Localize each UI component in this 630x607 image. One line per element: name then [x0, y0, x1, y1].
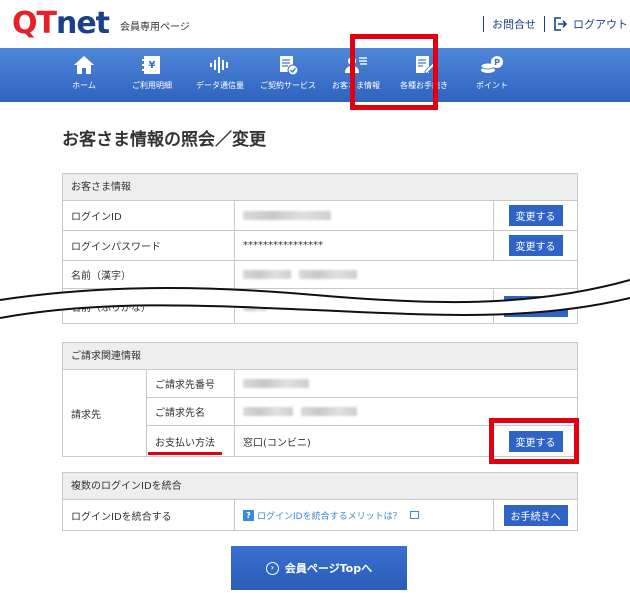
billing-number-value — [235, 370, 493, 397]
row-label: ご請求先名 — [147, 398, 235, 425]
name-furigana-value — [235, 289, 493, 323]
row-label: お支払い方法 — [147, 426, 235, 456]
main-nav: ホーム ¥ ご利用明細 データ通信量 ご契約サービス お客さま情報 各種お手続き… — [0, 48, 630, 102]
contract-icon — [276, 54, 300, 76]
table-row: 名前（漢字） — [63, 261, 577, 289]
masked-value — [243, 270, 291, 279]
merge-benefit-text: ログインIDを統合するメリットは？ — [257, 511, 402, 522]
nav-item-data-usage[interactable]: データ通信量 — [186, 48, 254, 102]
home-icon — [72, 54, 96, 76]
nav-label: お客さま情報 — [332, 81, 380, 90]
nav-label: ご契約サービス — [260, 81, 316, 90]
procedure-icon — [412, 54, 436, 76]
statement-icon: ¥ — [140, 54, 164, 76]
nav-item-customer-info[interactable]: お客さま情報 — [322, 48, 390, 102]
row-label: ご請求先番号 — [147, 370, 235, 397]
site-header: QT net 会員専用ページ お問合せ ログアウト — [0, 0, 630, 48]
button-cell: 履歴を見る — [493, 289, 577, 323]
masked-value — [299, 270, 357, 279]
qtnet-logo[interactable]: QT net — [12, 6, 110, 41]
billing-rows: ご請求先番号 ご請求先名 お支払い方法 窓口(コンビニ) 変更する — [147, 370, 577, 456]
logo-net: net — [55, 6, 110, 41]
nav-label: ホーム — [72, 81, 96, 90]
table-row: ご請求先名 — [147, 398, 577, 426]
table-row: ログインパスワード **************** 変更する — [63, 231, 577, 261]
button-cell — [493, 370, 577, 397]
billing-name-value — [235, 398, 493, 425]
merge-procedure-button[interactable]: お手続きへ — [503, 504, 568, 526]
point-icon: P — [480, 54, 504, 76]
logout-link[interactable]: ログアウト — [553, 16, 628, 32]
table-row: お支払い方法 窓口(コンビニ) 変更する — [147, 426, 577, 456]
header-links: お問合せ ログアウト — [475, 16, 628, 32]
name-kanji-value — [235, 261, 493, 288]
button-cell: 変更する — [493, 201, 577, 230]
table-row: ご請求先番号 — [147, 370, 577, 398]
nav-item-home[interactable]: ホーム — [50, 48, 118, 102]
nav-item-contract[interactable]: ご契約サービス — [254, 48, 322, 102]
svg-text:P: P — [494, 58, 500, 67]
row-label: 名前（ふりがな） — [63, 289, 235, 323]
nav-label: ポイント — [476, 81, 508, 90]
section-heading: ご請求関連情報 — [63, 343, 577, 370]
row-label: ログインIDを統合する — [63, 500, 235, 530]
nav-label: ご利用明細 — [132, 81, 172, 90]
row-label: 名前（漢字） — [63, 261, 235, 288]
billing-section: ご請求関連情報 請求先 ご請求先番号 ご請求先名 お支払い方法 窓口(コンビニ)… — [62, 342, 578, 457]
payment-method-value: 窓口(コンビニ) — [243, 437, 311, 449]
login-id-value — [235, 201, 493, 230]
member-top-label: 会員ページTopへ — [284, 562, 373, 575]
customer-info-icon — [344, 54, 368, 76]
section-heading: 複数のログインIDを統合 — [63, 473, 577, 500]
row-label: ログインパスワード — [63, 231, 235, 260]
nav-item-statement[interactable]: ¥ ご利用明細 — [118, 48, 186, 102]
button-cell: 変更する — [493, 426, 577, 456]
nav-label: 各種お手続き — [400, 81, 448, 90]
logout-label: ログアウト — [573, 18, 628, 31]
header-divider — [544, 16, 545, 32]
merge-benefit-link[interactable]: ? ログインIDを統合するメリットは？ — [243, 509, 419, 522]
nav-item-point[interactable]: P ポイント — [458, 48, 526, 102]
billing-group-label: 請求先 — [63, 370, 147, 456]
merge-help-cell: ? ログインIDを統合するメリットは？ — [235, 500, 493, 530]
button-cell: 変更する — [493, 231, 577, 260]
masked-value — [243, 379, 309, 388]
change-password-button[interactable]: 変更する — [508, 235, 563, 256]
section-heading: お客さま情報 — [63, 174, 577, 201]
nav-label: データ通信量 — [196, 81, 244, 90]
button-cell: お手続きへ — [493, 500, 577, 530]
masked-value — [243, 407, 293, 416]
change-payment-method-button[interactable]: 変更する — [508, 430, 563, 452]
external-window-icon — [409, 511, 419, 519]
masked-value — [243, 301, 267, 311]
view-history-button[interactable]: 履歴を見る — [503, 295, 568, 317]
table-row: ログインIDを統合する ? ログインIDを統合するメリットは？ お手続きへ — [63, 500, 577, 530]
member-top-button[interactable]: › 会員ページTopへ — [231, 546, 407, 590]
contact-link[interactable]: お問合せ — [492, 16, 536, 32]
masked-value — [301, 407, 357, 416]
data-usage-icon — [208, 54, 232, 76]
merge-login-section: 複数のログインIDを統合 ログインIDを統合する ? ログインIDを統合するメリ… — [62, 472, 578, 531]
header-divider — [483, 16, 484, 32]
change-login-id-button[interactable]: 変更する — [508, 205, 563, 226]
masked-value — [243, 211, 331, 220]
logout-icon — [553, 17, 568, 31]
chevron-right-icon: › — [265, 561, 279, 575]
page-title: お客さま情報の照会／変更 — [62, 130, 266, 150]
nav-item-procedure[interactable]: 各種お手続き — [390, 48, 458, 102]
svg-text:¥: ¥ — [149, 60, 156, 71]
row-label: ログインID — [63, 201, 235, 230]
table-row: 名前（ふりがな） 履歴を見る — [63, 289, 577, 323]
table-row: ログインID 変更する — [63, 201, 577, 231]
customer-info-section: お客さま情報 ログインID 変更する ログインパスワード ***********… — [62, 173, 578, 324]
logo-qt: QT — [12, 6, 57, 41]
button-cell — [493, 261, 577, 288]
button-cell — [493, 398, 577, 425]
question-icon: ? — [243, 509, 254, 521]
password-value: **************** — [243, 240, 323, 251]
billing-body: 請求先 ご請求先番号 ご請求先名 お支払い方法 窓口(コンビニ) 変更する — [63, 370, 577, 456]
member-page-label: 会員専用ページ — [120, 22, 190, 33]
